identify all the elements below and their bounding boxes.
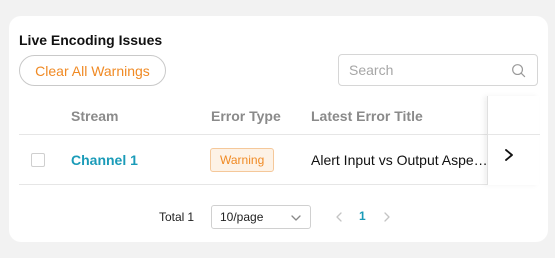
clear-all-warnings-button[interactable]: Clear All Warnings bbox=[19, 55, 166, 86]
chevron-down-icon bbox=[291, 215, 301, 221]
row-checkbox[interactable] bbox=[31, 153, 45, 167]
page-size-select[interactable]: 10/page bbox=[211, 205, 311, 229]
search-icon[interactable] bbox=[511, 63, 526, 78]
row-action-header bbox=[488, 96, 540, 135]
total-value: 1 bbox=[187, 210, 195, 224]
issues-table: Stream Error Type Latest Error Title Cha… bbox=[19, 96, 540, 186]
search-input[interactable] bbox=[349, 55, 509, 85]
page-number-current[interactable]: 1 bbox=[359, 209, 366, 223]
search-box[interactable] bbox=[338, 54, 538, 86]
pagination: Total 1 10/page 1 bbox=[0, 205, 555, 229]
column-header-latest-error-title[interactable]: Latest Error Title bbox=[311, 108, 423, 124]
row-action-column bbox=[487, 96, 540, 185]
column-header-error-type[interactable]: Error Type bbox=[211, 108, 281, 124]
chevron-right-icon[interactable] bbox=[382, 211, 392, 223]
chevron-left-icon[interactable] bbox=[334, 211, 344, 223]
total-count: Total 1 bbox=[159, 210, 194, 224]
chevron-right-icon[interactable] bbox=[502, 148, 516, 162]
stream-link[interactable]: Channel 1 bbox=[71, 152, 138, 168]
latest-error-title: Alert Input vs Output Aspe… bbox=[311, 152, 487, 168]
table-header: Stream Error Type Latest Error Title bbox=[19, 96, 539, 135]
panel-title: Live Encoding Issues bbox=[19, 32, 163, 48]
page-size-value: 10/page bbox=[220, 210, 264, 224]
total-label: Total bbox=[159, 210, 185, 224]
error-type-badge: Warning bbox=[210, 148, 275, 172]
column-header-stream[interactable]: Stream bbox=[71, 108, 118, 124]
table-row[interactable]: Channel 1 Warning Alert Input vs Output … bbox=[19, 136, 539, 185]
